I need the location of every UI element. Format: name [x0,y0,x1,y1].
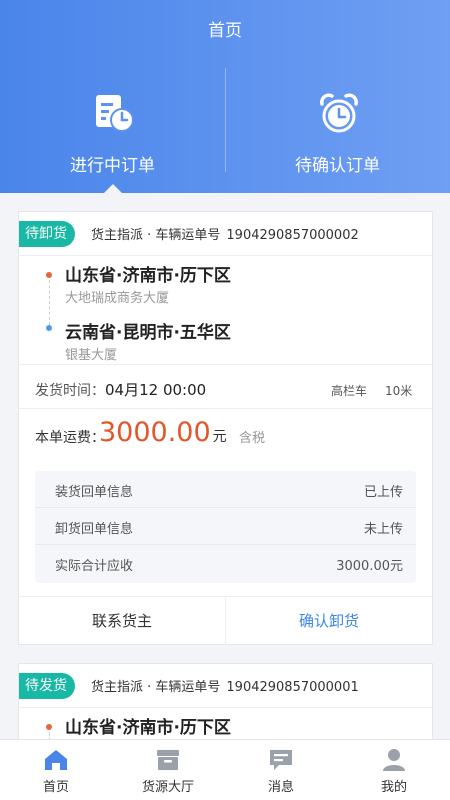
tab-pending-confirm-orders-label: 待确认订单 [295,156,380,176]
destination-place: 云南省·昆明市·五华区 [65,323,231,343]
fee-amount-value: 3000.00 [99,417,211,448]
order-number: 1904290857000001 [226,680,359,695]
user-icon [383,749,405,771]
nav-messages[interactable]: 消息 [225,740,337,800]
receipt-label: 实际合计应收 [55,559,134,574]
send-time-label: 发货时间： [35,383,105,399]
origin-place: 山东省·济南市·历下区 [65,266,231,286]
order-header: 货主指派 · 车辆运单号 1904290857000001 [91,676,359,695]
receipt-value: 3000.00元 [336,559,403,574]
home-icon [45,750,67,770]
origin-address: 大地瑞成商务大厦 [65,291,170,306]
order-header: 货主指派 · 车辆运单号 1904290857000002 [91,224,359,243]
origin-dot-icon [46,272,52,278]
divider [19,707,432,708]
confirm-unload-button[interactable]: 确认卸货 [226,597,432,645]
order-card[interactable]: 待卸货 货主指派 · 车辆运单号 1904290857000002 山东省·济南市… [18,211,433,645]
receipt-info-box: 装货回单信息 已上传 卸货回单信息 未上传 实际合计应收 3000.00元 [35,471,416,583]
nav-home-label: 首页 [42,780,69,795]
bottom-nav: 首页 货源大厅 消息 我的 [0,739,450,800]
fee-amount: 3000.00 元 [99,417,227,448]
fee-label: 本单运费： [35,430,105,446]
nav-cargo-hall[interactable]: 货源大厅 [112,740,224,800]
send-time: 发货时间：04月12 00:00 [35,379,206,400]
order-source: 货主指派 · 车辆运单号 [91,228,221,243]
destination-address: 银基大厦 [65,348,118,363]
message-icon [270,750,292,770]
nav-messages-label: 消息 [267,780,294,795]
nav-home[interactable]: 首页 [0,740,112,800]
receipt-row-unloading: 卸货回单信息 未上传 [35,508,416,545]
tab-pending-confirm-orders[interactable]: 待确认订单 [225,86,450,186]
order-number: 1904290857000002 [226,228,359,243]
nav-cargo-hall-label: 货源大厅 [141,780,194,795]
receipt-label: 卸货回单信息 [55,522,134,537]
alarm-clock-icon [320,93,358,133]
nav-mine-label: 我的 [380,780,407,795]
origin-dot-icon [46,724,52,730]
header: 首页 进行中订单 待确认订单 [0,0,450,193]
order-source: 货主指派 · 车辆运单号 [91,680,221,695]
tab-ongoing-orders[interactable]: 进行中订单 [0,86,225,186]
nav-mine[interactable]: 我的 [338,740,450,800]
receipt-row-loading: 装货回单信息 已上传 [35,471,416,508]
receipt-row-total: 实际合计应收 3000.00元 [35,545,416,582]
receipt-value: 已上传 [363,485,403,500]
route-line [49,275,50,325]
truck-type: 高栏车 [331,384,368,398]
send-time-value: 04月12 00:00 [105,381,207,399]
status-badge: 待发货 [19,673,75,699]
destination-dot-icon [46,325,52,331]
tax-note: 含税 [239,431,266,446]
receipt-value: 未上传 [363,522,403,537]
box-icon [157,750,179,770]
page-title: 首页 [208,21,242,41]
receipt-label: 装货回单信息 [55,485,134,500]
truck-length: 10米 [385,384,413,398]
origin-place: 山东省·济南市·历下区 [65,718,231,738]
active-tab-indicator [104,184,122,193]
order-doc-clock-icon [96,95,134,132]
divider [19,255,432,256]
status-badge: 待卸货 [19,221,75,247]
contact-shipper-button[interactable]: 联系货主 [19,597,225,645]
divider [19,364,432,365]
tab-ongoing-orders-label: 进行中订单 [70,156,155,176]
divider [19,408,432,409]
fee-unit: 元 [212,429,227,445]
